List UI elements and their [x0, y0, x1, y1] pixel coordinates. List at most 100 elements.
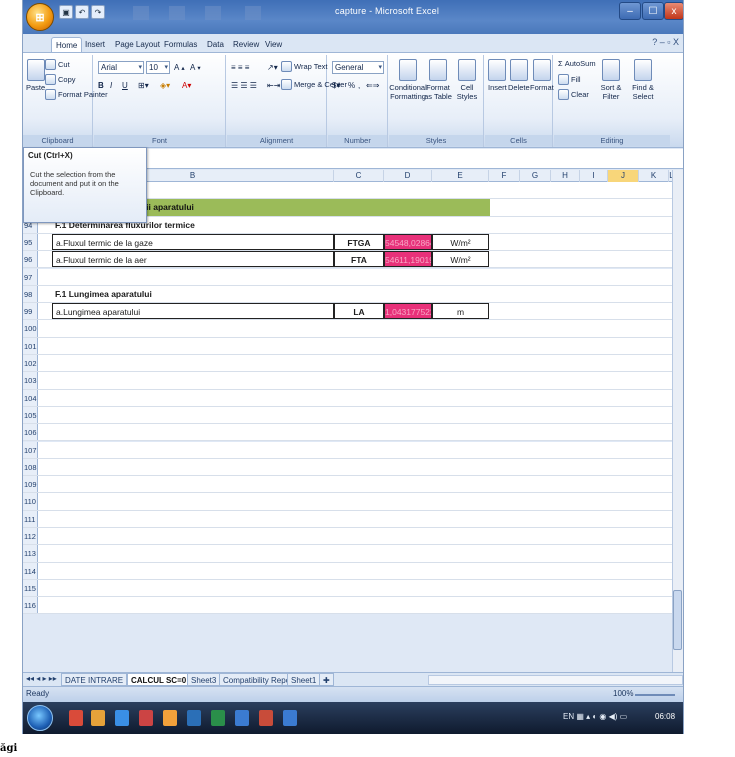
row-header[interactable]: 115 — [23, 579, 38, 597]
tab-home[interactable]: Home — [51, 37, 83, 52]
row-header[interactable]: 113 — [23, 545, 38, 562]
save-icon[interactable]: ▣ — [59, 5, 73, 19]
unit-cell[interactable]: W/m² — [432, 233, 489, 251]
tab-formulas[interactable]: Formulas — [160, 37, 201, 52]
underline-button[interactable]: U — [122, 79, 128, 92]
app-icon[interactable] — [235, 710, 249, 726]
clock[interactable]: 06:08 — [655, 712, 675, 721]
format-cells-button[interactable]: Format — [530, 59, 554, 92]
column-header[interactable]: G — [520, 170, 551, 182]
value-cell[interactable]: 54611,19019 — [384, 251, 432, 268]
sheet-tab-active[interactable]: CALCUL SC=0 — [127, 673, 191, 686]
help-icon[interactable]: ? – ▫ X — [652, 37, 679, 47]
label-cell[interactable]: a.Fluxul termic de la aer — [52, 251, 334, 268]
row-header[interactable]: 95 — [23, 233, 38, 251]
sheet-tab[interactable]: DATE INTRARE — [61, 673, 128, 686]
row-header[interactable]: 104 — [23, 389, 38, 406]
conditional-formatting-button[interactable]: Conditional Formatting — [389, 59, 427, 101]
row-header[interactable]: 109 — [23, 476, 38, 493]
row-header[interactable]: 108 — [23, 458, 38, 476]
copy-button[interactable]: Copy — [45, 74, 76, 85]
undo-icon[interactable]: ↶ — [75, 5, 89, 19]
unit-cell[interactable]: W/m² — [432, 251, 489, 268]
cell-styles-button[interactable]: Cell Styles — [453, 59, 481, 101]
font-name-select[interactable]: Arial — [98, 61, 144, 74]
zoom-slider[interactable] — [635, 694, 675, 696]
orientation-icon[interactable]: ↗▾ — [267, 61, 278, 74]
fill-color-icon[interactable]: ◈▾ — [160, 79, 170, 92]
row-header[interactable]: 96 — [23, 251, 38, 268]
row-header[interactable]: 103 — [23, 372, 38, 389]
borders-icon[interactable]: ⊞▾ — [138, 79, 149, 92]
row-header[interactable]: 102 — [23, 355, 38, 372]
shrink-font-button[interactable]: A ▾ — [190, 61, 201, 74]
italic-button[interactable]: I — [110, 79, 112, 92]
row-header[interactable]: 101 — [23, 337, 38, 354]
insert-cells-button[interactable]: Insert — [488, 59, 507, 92]
wrap-text-button[interactable]: Wrap Text — [281, 61, 328, 72]
app-icon[interactable] — [91, 710, 105, 726]
zoom-level[interactable]: 100% — [613, 689, 633, 698]
label-cell[interactable]: a.Fluxul termic de la gaze — [52, 233, 334, 251]
row-header[interactable]: 114 — [23, 562, 38, 579]
value-cell[interactable]: 1,043177522 — [384, 303, 432, 320]
fill-button[interactable]: Fill — [558, 74, 581, 85]
decimal-icon[interactable]: ⇐⇒ — [366, 79, 379, 92]
tab-view[interactable]: View — [261, 37, 286, 52]
column-header[interactable]: J — [608, 170, 639, 182]
scroll-thumb[interactable] — [673, 590, 682, 650]
row-header[interactable]: 105 — [23, 406, 38, 424]
row-header[interactable]: 100 — [23, 320, 38, 337]
find-select-button[interactable]: Find & Select — [628, 59, 658, 101]
label-cell[interactable]: a.Lungimea aparatului — [52, 303, 334, 320]
row-header[interactable]: 106 — [23, 424, 38, 441]
folder-icon[interactable] — [163, 710, 177, 726]
comma-button[interactable]: , — [358, 79, 360, 92]
bold-button[interactable]: B — [98, 79, 104, 92]
unit-cell[interactable]: m — [432, 303, 489, 320]
tab-insert[interactable]: Insert — [81, 37, 109, 52]
align-left-icon[interactable]: ☰ ☰ ☰ — [231, 79, 257, 92]
horizontal-scrollbar[interactable] — [428, 675, 683, 685]
subsection-cell[interactable]: F.1 Lungimea aparatului — [52, 286, 334, 302]
autosum-button[interactable]: Σ AutoSum — [558, 59, 596, 68]
indent-icon[interactable]: ⇤⇥ — [267, 79, 280, 92]
minimize-button[interactable]: – — [619, 2, 641, 20]
app-icon[interactable] — [139, 710, 153, 726]
system-tray[interactable]: EN ▦ ▴ ◐ ◉ ◀) ▭ — [563, 712, 627, 721]
clear-button[interactable]: Clear — [558, 89, 589, 100]
insert-sheet-icon[interactable]: ✚ — [319, 673, 334, 686]
row-header[interactable]: 97 — [23, 268, 38, 285]
sort-filter-button[interactable]: Sort & Filter — [596, 59, 626, 101]
redo-icon[interactable]: ↷ — [91, 5, 105, 19]
column-header[interactable]: F — [489, 170, 520, 182]
column-header[interactable]: E — [432, 170, 489, 182]
tab-data[interactable]: Data — [203, 37, 228, 52]
paste-button[interactable]: Paste — [26, 59, 45, 92]
word-icon[interactable] — [187, 710, 201, 726]
font-size-select[interactable]: 10 — [146, 61, 170, 74]
symbol-cell[interactable]: FTGA — [334, 233, 384, 251]
tab-page-layout[interactable]: Page Layout — [111, 37, 164, 52]
app-icon[interactable] — [259, 710, 273, 726]
currency-icon[interactable]: $▾ — [332, 79, 340, 92]
row-header[interactable]: 99 — [23, 303, 38, 320]
cut-button[interactable]: Cut — [45, 59, 70, 70]
start-button[interactable] — [27, 705, 53, 731]
percent-button[interactable]: % — [348, 79, 355, 92]
app-icon[interactable] — [283, 710, 297, 726]
tab-review[interactable]: Review — [229, 37, 263, 52]
column-header[interactable]: H — [551, 170, 580, 182]
delete-cells-button[interactable]: Delete — [508, 59, 530, 92]
align-top-icon[interactable]: ≡ ≡ ≡ — [231, 61, 249, 74]
grow-font-button[interactable]: A ▴ — [174, 61, 185, 74]
close-button[interactable]: x — [664, 2, 683, 20]
number-format-select[interactable]: General — [332, 61, 384, 74]
column-header[interactable]: I — [580, 170, 608, 182]
row-header[interactable]: 112 — [23, 528, 38, 545]
row-header[interactable]: 98 — [23, 285, 38, 303]
font-color-icon[interactable]: A▾ — [182, 79, 191, 92]
symbol-cell[interactable]: FTA — [334, 251, 384, 268]
column-header[interactable]: D — [384, 170, 432, 182]
column-header[interactable]: K — [639, 170, 669, 182]
